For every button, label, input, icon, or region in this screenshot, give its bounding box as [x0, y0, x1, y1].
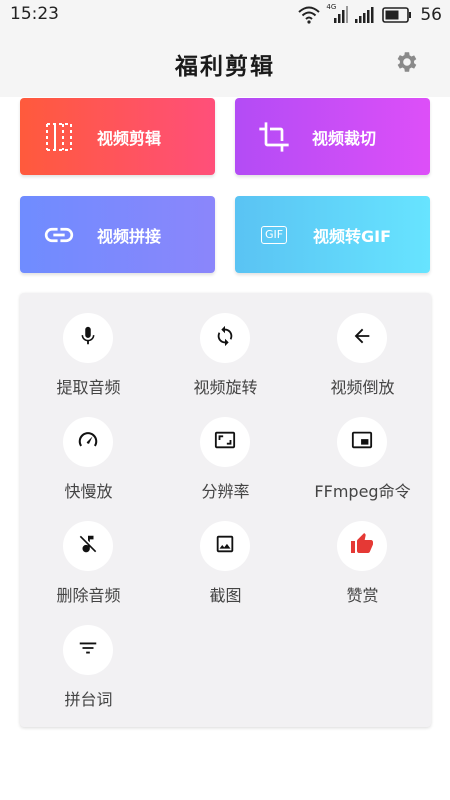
filter-lines-icon — [77, 637, 99, 663]
tool-label: FFmpeg命令 — [314, 482, 411, 501]
signal-icon — [354, 6, 376, 24]
tool-icon-circle — [337, 521, 387, 571]
video-join-button[interactable]: 视频拼接 — [20, 196, 215, 273]
card-label: 视频转GIF — [313, 226, 392, 246]
app-header: 福利剪辑 — [0, 30, 450, 97]
network-badge: 4G — [326, 3, 337, 11]
tool-label: 视频倒放 — [330, 378, 395, 397]
wifi-icon — [298, 6, 321, 24]
mic-icon — [77, 325, 99, 351]
tool-rotate-video[interactable]: 视频旋转 — [157, 293, 294, 397]
tool-remove-audio[interactable]: 删除音频 — [20, 501, 157, 605]
picture-in-picture-icon — [351, 429, 373, 455]
link-icon — [42, 218, 76, 252]
tool-label: 提取音频 — [56, 378, 121, 397]
card-label: 视频拼接 — [97, 226, 162, 246]
music-off-icon — [77, 533, 99, 559]
tool-screenshot[interactable]: 截图 — [157, 501, 294, 605]
tool-icon-circle — [337, 417, 387, 467]
crop-icon — [257, 120, 291, 154]
tool-icon-circle — [200, 417, 250, 467]
tool-icon-circle — [63, 313, 113, 363]
tool-resolution[interactable]: 分辨率 — [157, 397, 294, 501]
tool-subtitles[interactable]: 拼台词 — [20, 605, 157, 709]
tool-icon-circle — [200, 521, 250, 571]
aspect-ratio-icon — [214, 429, 236, 455]
video-to-gif-button[interactable]: GIF 视频转GIF — [235, 196, 430, 273]
image-icon — [214, 533, 236, 559]
tool-icon-circle — [337, 313, 387, 363]
tool-reverse-video[interactable]: 视频倒放 — [294, 293, 431, 397]
arrow-left-icon — [351, 325, 373, 351]
tool-reward[interactable]: 赞赏 — [294, 501, 431, 605]
tool-label: 拼台词 — [64, 690, 113, 709]
tool-label: 截图 — [209, 586, 242, 605]
speedometer-icon — [77, 429, 99, 455]
tool-icon-circle — [63, 521, 113, 571]
gif-icon: GIF — [255, 218, 293, 252]
battery-icon — [382, 7, 412, 23]
thumbs-up-icon — [350, 532, 374, 560]
tool-label: 赞赏 — [346, 586, 379, 605]
gear-icon — [393, 49, 419, 79]
status-bar: 15:23 4G 56 — [0, 0, 450, 30]
card-label: 视频剪辑 — [97, 128, 162, 148]
battery-percent: 56 — [420, 5, 442, 25]
tool-extract-audio[interactable]: 提取音频 — [20, 293, 157, 397]
tool-label: 快慢放 — [64, 482, 113, 501]
page-title: 福利剪辑 — [175, 54, 275, 80]
tool-speed[interactable]: 快慢放 — [20, 397, 157, 501]
tools-panel: 提取音频 视频旋转 视频倒放 快慢放 分辨率 FFmpeg命令 删除音频 截图 … — [20, 293, 431, 727]
video-crop-button[interactable]: 视频裁切 — [235, 98, 430, 175]
status-icons: 4G 56 — [298, 3, 442, 26]
tool-ffmpeg-command[interactable]: FFmpeg命令 — [294, 397, 431, 501]
gif-icon-text: GIF — [260, 225, 288, 244]
trim-icon — [42, 120, 76, 154]
video-edit-button[interactable]: 视频剪辑 — [20, 98, 215, 175]
tool-icon-circle — [63, 417, 113, 467]
rotate-icon — [214, 325, 236, 351]
tool-icon-circle — [200, 313, 250, 363]
status-time: 15:23 — [10, 4, 59, 24]
tool-label: 分辨率 — [201, 482, 250, 501]
tool-label: 视频旋转 — [193, 378, 258, 397]
card-label: 视频裁切 — [312, 128, 377, 148]
tool-label: 删除音频 — [56, 586, 121, 605]
tool-icon-circle — [63, 625, 113, 675]
settings-button[interactable] — [392, 50, 420, 78]
signal-4g-icon: 4G — [326, 3, 349, 24]
